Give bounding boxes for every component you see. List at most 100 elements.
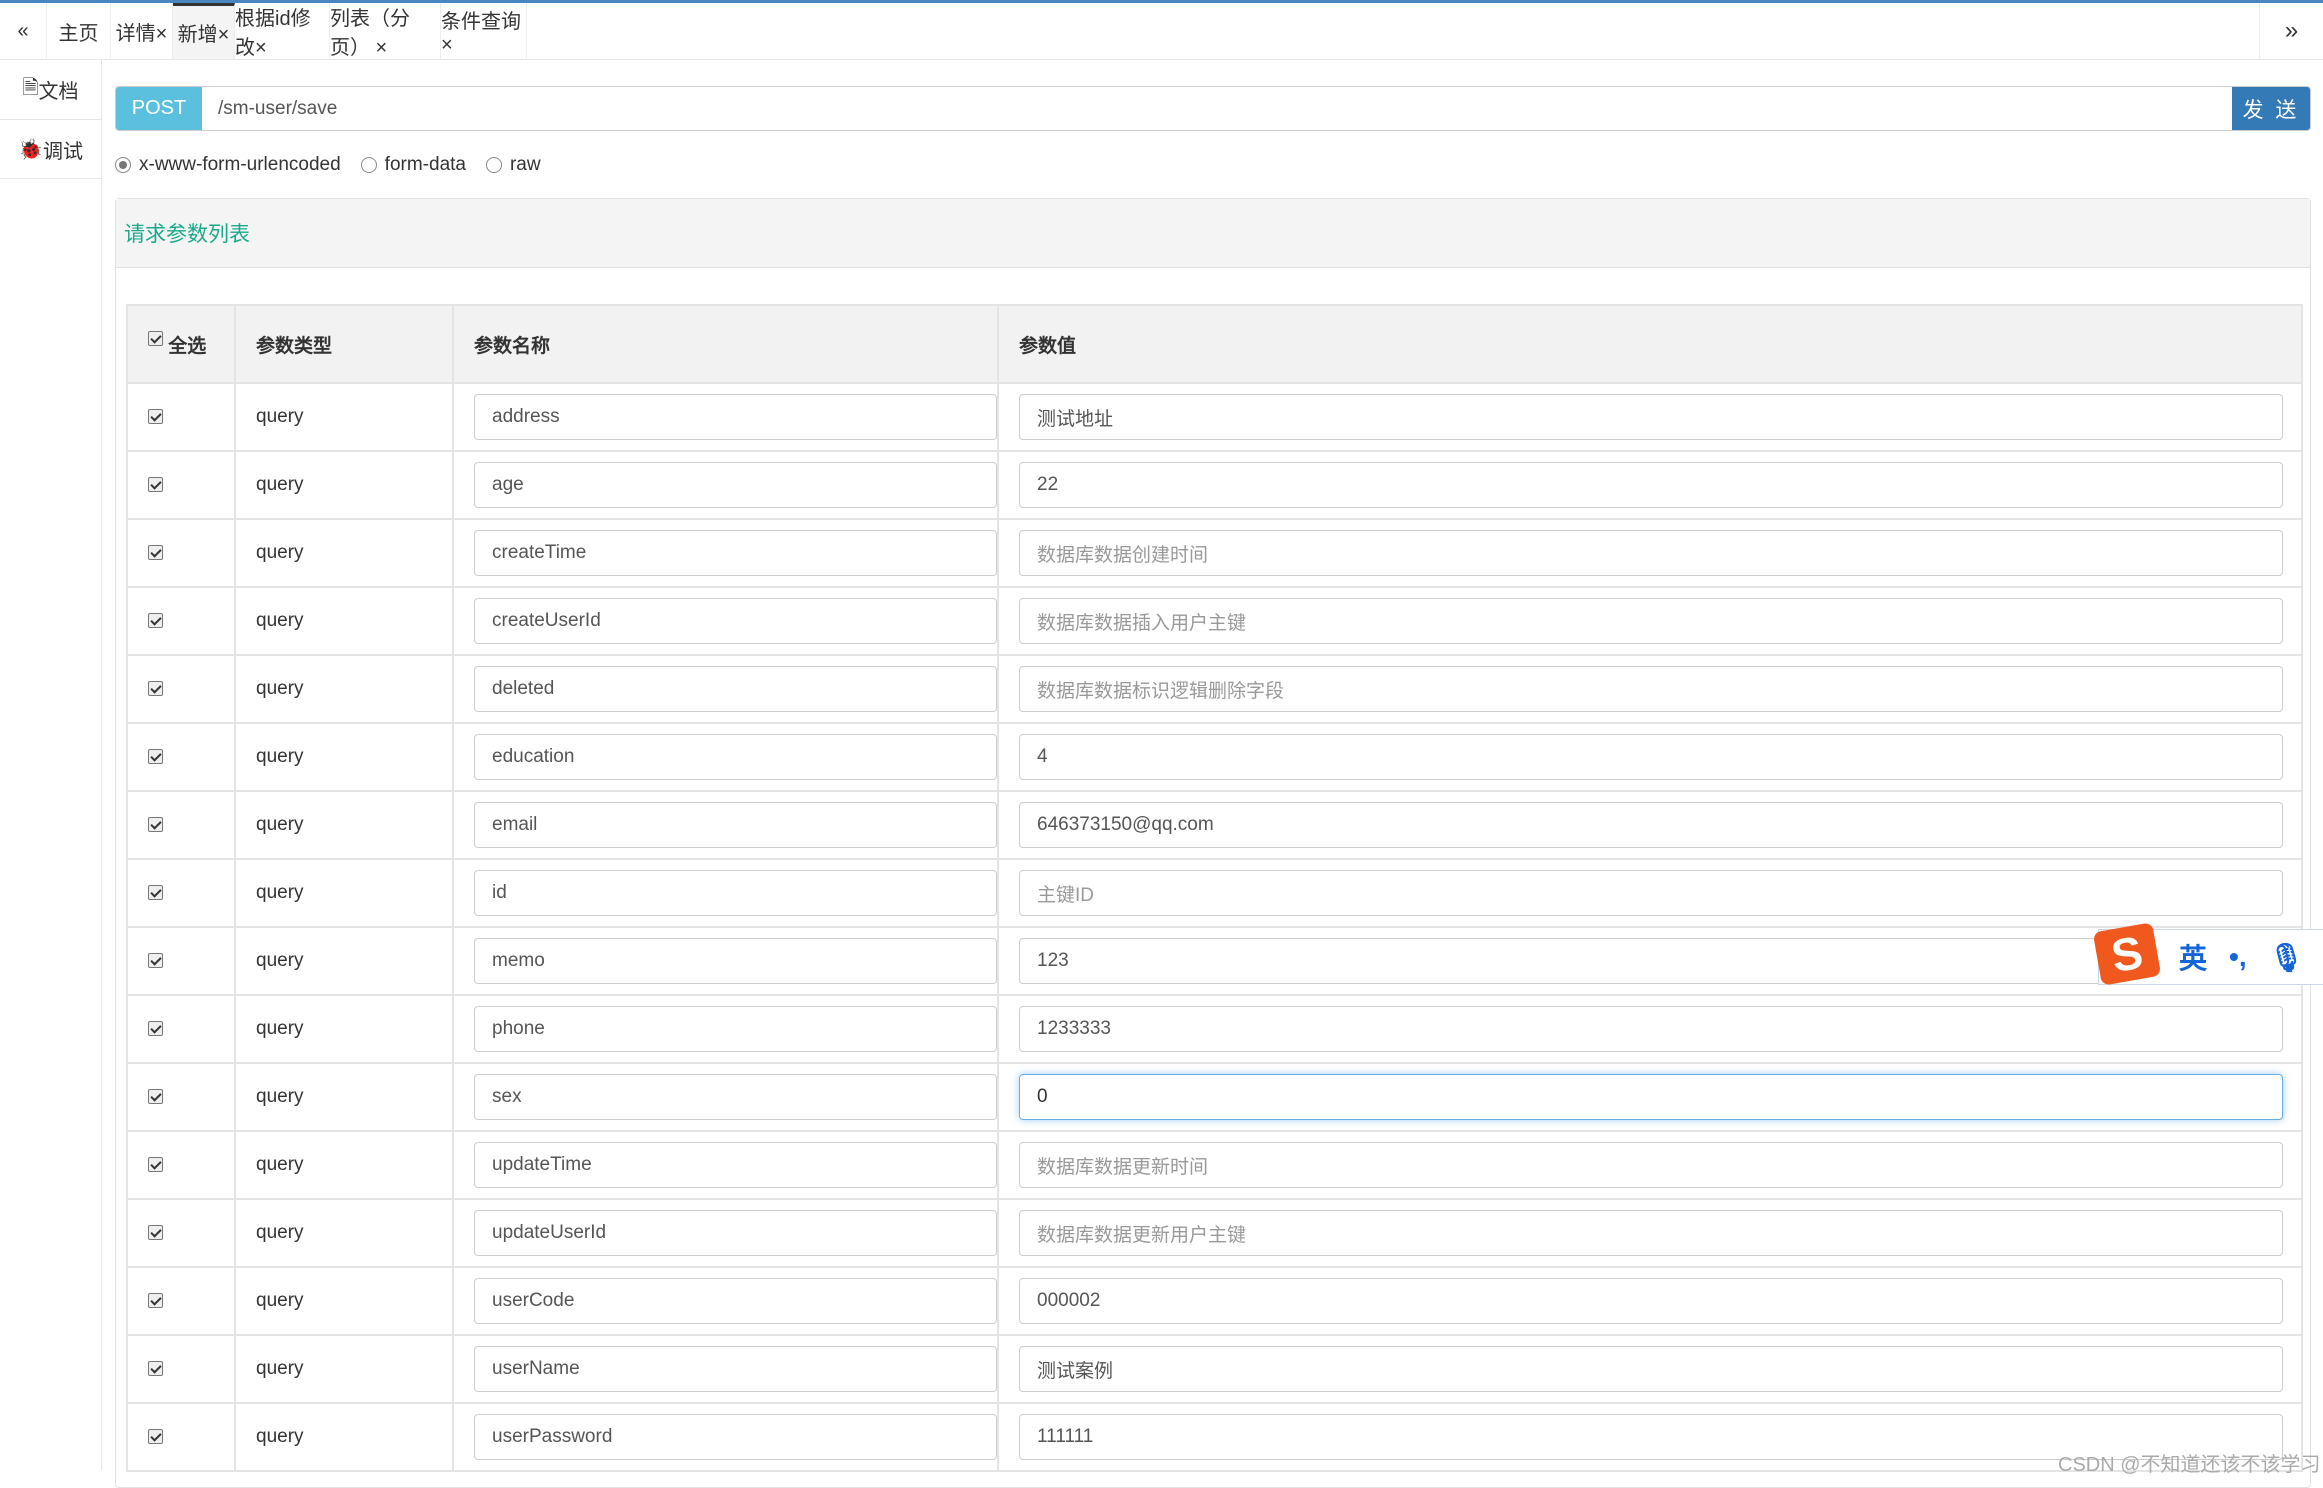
radio-label: x-www-form-urlencoded <box>139 154 341 175</box>
row-select-cell <box>126 1266 236 1336</box>
tab-2[interactable]: 新增× <box>173 3 235 59</box>
radio-label: raw <box>509 154 541 175</box>
select-all-checkbox[interactable] <box>148 330 163 346</box>
row-checkbox[interactable] <box>148 409 163 425</box>
table-row: query id 主键ID <box>126 858 2303 928</box>
tab-3[interactable]: 根据id修改× <box>235 3 330 59</box>
param-type: query <box>234 518 454 588</box>
row-select-cell <box>126 1198 236 1268</box>
row-select-cell <box>126 790 236 860</box>
row-checkbox[interactable] <box>148 1089 163 1105</box>
param-value-input[interactable]: 测试地址 <box>1019 394 2283 440</box>
sogou-logo-icon: S <box>2092 922 2162 986</box>
table-header-row: 全选 参数类型 参数名称 参数值 <box>126 304 2303 384</box>
select-all-label: 全选 <box>168 335 207 357</box>
param-name-input[interactable]: sex <box>474 1074 997 1120</box>
param-name-input[interactable]: deleted <box>474 666 997 712</box>
microphone-icon[interactable]: 🎙 <box>2269 941 2305 974</box>
row-checkbox[interactable] <box>148 953 163 969</box>
row-checkbox[interactable] <box>148 1225 163 1241</box>
row-select-cell <box>126 994 236 1064</box>
param-value-input[interactable]: 数据库数据更新用户主键 <box>1019 1210 2283 1256</box>
table-row: query userCode 000002 <box>126 1266 2303 1336</box>
param-name-input[interactable]: education <box>474 734 997 780</box>
ime-punct[interactable]: •, <box>2229 941 2247 973</box>
radio-label: form-data <box>384 154 466 175</box>
param-value-input[interactable]: 22 <box>1019 462 2283 508</box>
param-name-input[interactable]: createUserId <box>474 598 997 644</box>
param-name-input[interactable]: age <box>474 462 997 508</box>
param-name-input[interactable]: memo <box>474 938 997 984</box>
tab-scroll-right-button[interactable]: » <box>2259 3 2323 59</box>
table-row: query address 测试地址 <box>126 382 2303 452</box>
param-name-input[interactable]: address <box>474 394 997 440</box>
param-value-input[interactable]: 000002 <box>1019 1278 2283 1324</box>
param-type: query <box>234 1402 454 1472</box>
row-checkbox[interactable] <box>148 1157 163 1173</box>
radio-form-data[interactable] <box>360 157 377 173</box>
header-value: 参数值 <box>997 304 2303 384</box>
param-type: query <box>234 1062 454 1132</box>
file-icon: 🗎 <box>22 76 39 99</box>
param-value-input[interactable]: 数据库数据更新时间 <box>1019 1142 2283 1188</box>
row-checkbox[interactable] <box>148 681 163 697</box>
send-button[interactable]: 发 送 <box>2232 87 2310 130</box>
sidebar-item-debug[interactable]: 🐞 调试 <box>0 120 101 179</box>
param-name-input[interactable]: email <box>474 802 997 848</box>
ime-mode[interactable]: 英 <box>2179 937 2207 977</box>
row-checkbox[interactable] <box>148 477 163 493</box>
row-select-cell <box>126 586 236 656</box>
table-row: query age 22 <box>126 450 2303 520</box>
param-name-input[interactable]: userName <box>474 1346 997 1392</box>
param-name-input[interactable]: updateUserId <box>474 1210 997 1256</box>
tab-scroll-left-button[interactable]: « <box>0 3 47 59</box>
body-type-radios: x-www-form-urlencoded form-data raw <box>115 150 541 180</box>
tab-4[interactable]: 列表（分页） × <box>330 3 441 59</box>
table-row: query userName 测试案例 <box>126 1334 2303 1404</box>
row-checkbox[interactable] <box>148 545 163 561</box>
param-name-input[interactable]: phone <box>474 1006 997 1052</box>
tab-0[interactable]: 主页 <box>47 3 111 59</box>
param-type: query <box>234 654 454 724</box>
row-checkbox[interactable] <box>148 885 163 901</box>
tab-1[interactable]: 详情× <box>111 3 173 59</box>
table-row: query email 646373150@qq.com <box>126 790 2303 860</box>
row-select-cell <box>126 1402 236 1472</box>
url-input[interactable]: /sm-user/save <box>202 87 2232 130</box>
param-value-input[interactable]: 测试案例 <box>1019 1346 2283 1392</box>
row-checkbox[interactable] <box>148 613 163 629</box>
radio-raw[interactable] <box>485 157 502 173</box>
param-name-input[interactable]: id <box>474 870 997 916</box>
param-value-input[interactable]: 646373150@qq.com <box>1019 802 2283 848</box>
params-panel: 请求参数列表 全选 参数类型 参数名称 参数值 query address 测试… <box>115 198 2311 1488</box>
header-name: 参数名称 <box>452 304 999 384</box>
table-row: query userPassword 111111 <box>126 1402 2303 1472</box>
param-value-input[interactable]: 主键ID <box>1019 870 2283 916</box>
radio-x-www-form-urlencoded[interactable] <box>115 157 131 173</box>
param-value-input[interactable]: 数据库数据创建时间 <box>1019 530 2283 576</box>
param-value-input[interactable]: 数据库数据插入用户主键 <box>1019 598 2283 644</box>
watermark: CSDN @不知道还该不该学习 <box>2058 1454 2321 1476</box>
row-checkbox[interactable] <box>148 749 163 765</box>
sidebar-item-docs[interactable]: 🗎 文档 <box>0 60 101 120</box>
param-value-input[interactable]: 1233333 <box>1019 1006 2283 1052</box>
row-checkbox[interactable] <box>148 817 163 833</box>
row-checkbox[interactable] <box>148 1361 163 1377</box>
header-select-all[interactable]: 全选 <box>126 304 236 384</box>
param-value-input[interactable]: 数据库数据标识逻辑删除字段 <box>1019 666 2283 712</box>
param-name-input[interactable]: userCode <box>474 1278 997 1324</box>
tab-5[interactable]: 条件查询× <box>441 3 527 59</box>
ime-toolbar[interactable]: S 英 •, 🎙 <box>2092 922 2323 986</box>
param-name-input[interactable]: userPassword <box>474 1414 997 1460</box>
param-name-input[interactable]: createTime <box>474 530 997 576</box>
param-value-input[interactable]: 4 <box>1019 734 2283 780</box>
param-name-input[interactable]: updateTime <box>474 1142 997 1188</box>
param-value-input[interactable]: 123 <box>1019 938 2283 984</box>
row-checkbox[interactable] <box>148 1429 163 1445</box>
row-checkbox[interactable] <box>148 1021 163 1037</box>
table-row: query education 4 <box>126 722 2303 792</box>
param-value-input[interactable]: 0 <box>1019 1074 2283 1120</box>
row-checkbox[interactable] <box>148 1293 163 1309</box>
row-select-cell <box>126 1334 236 1404</box>
param-type: query <box>234 382 454 452</box>
